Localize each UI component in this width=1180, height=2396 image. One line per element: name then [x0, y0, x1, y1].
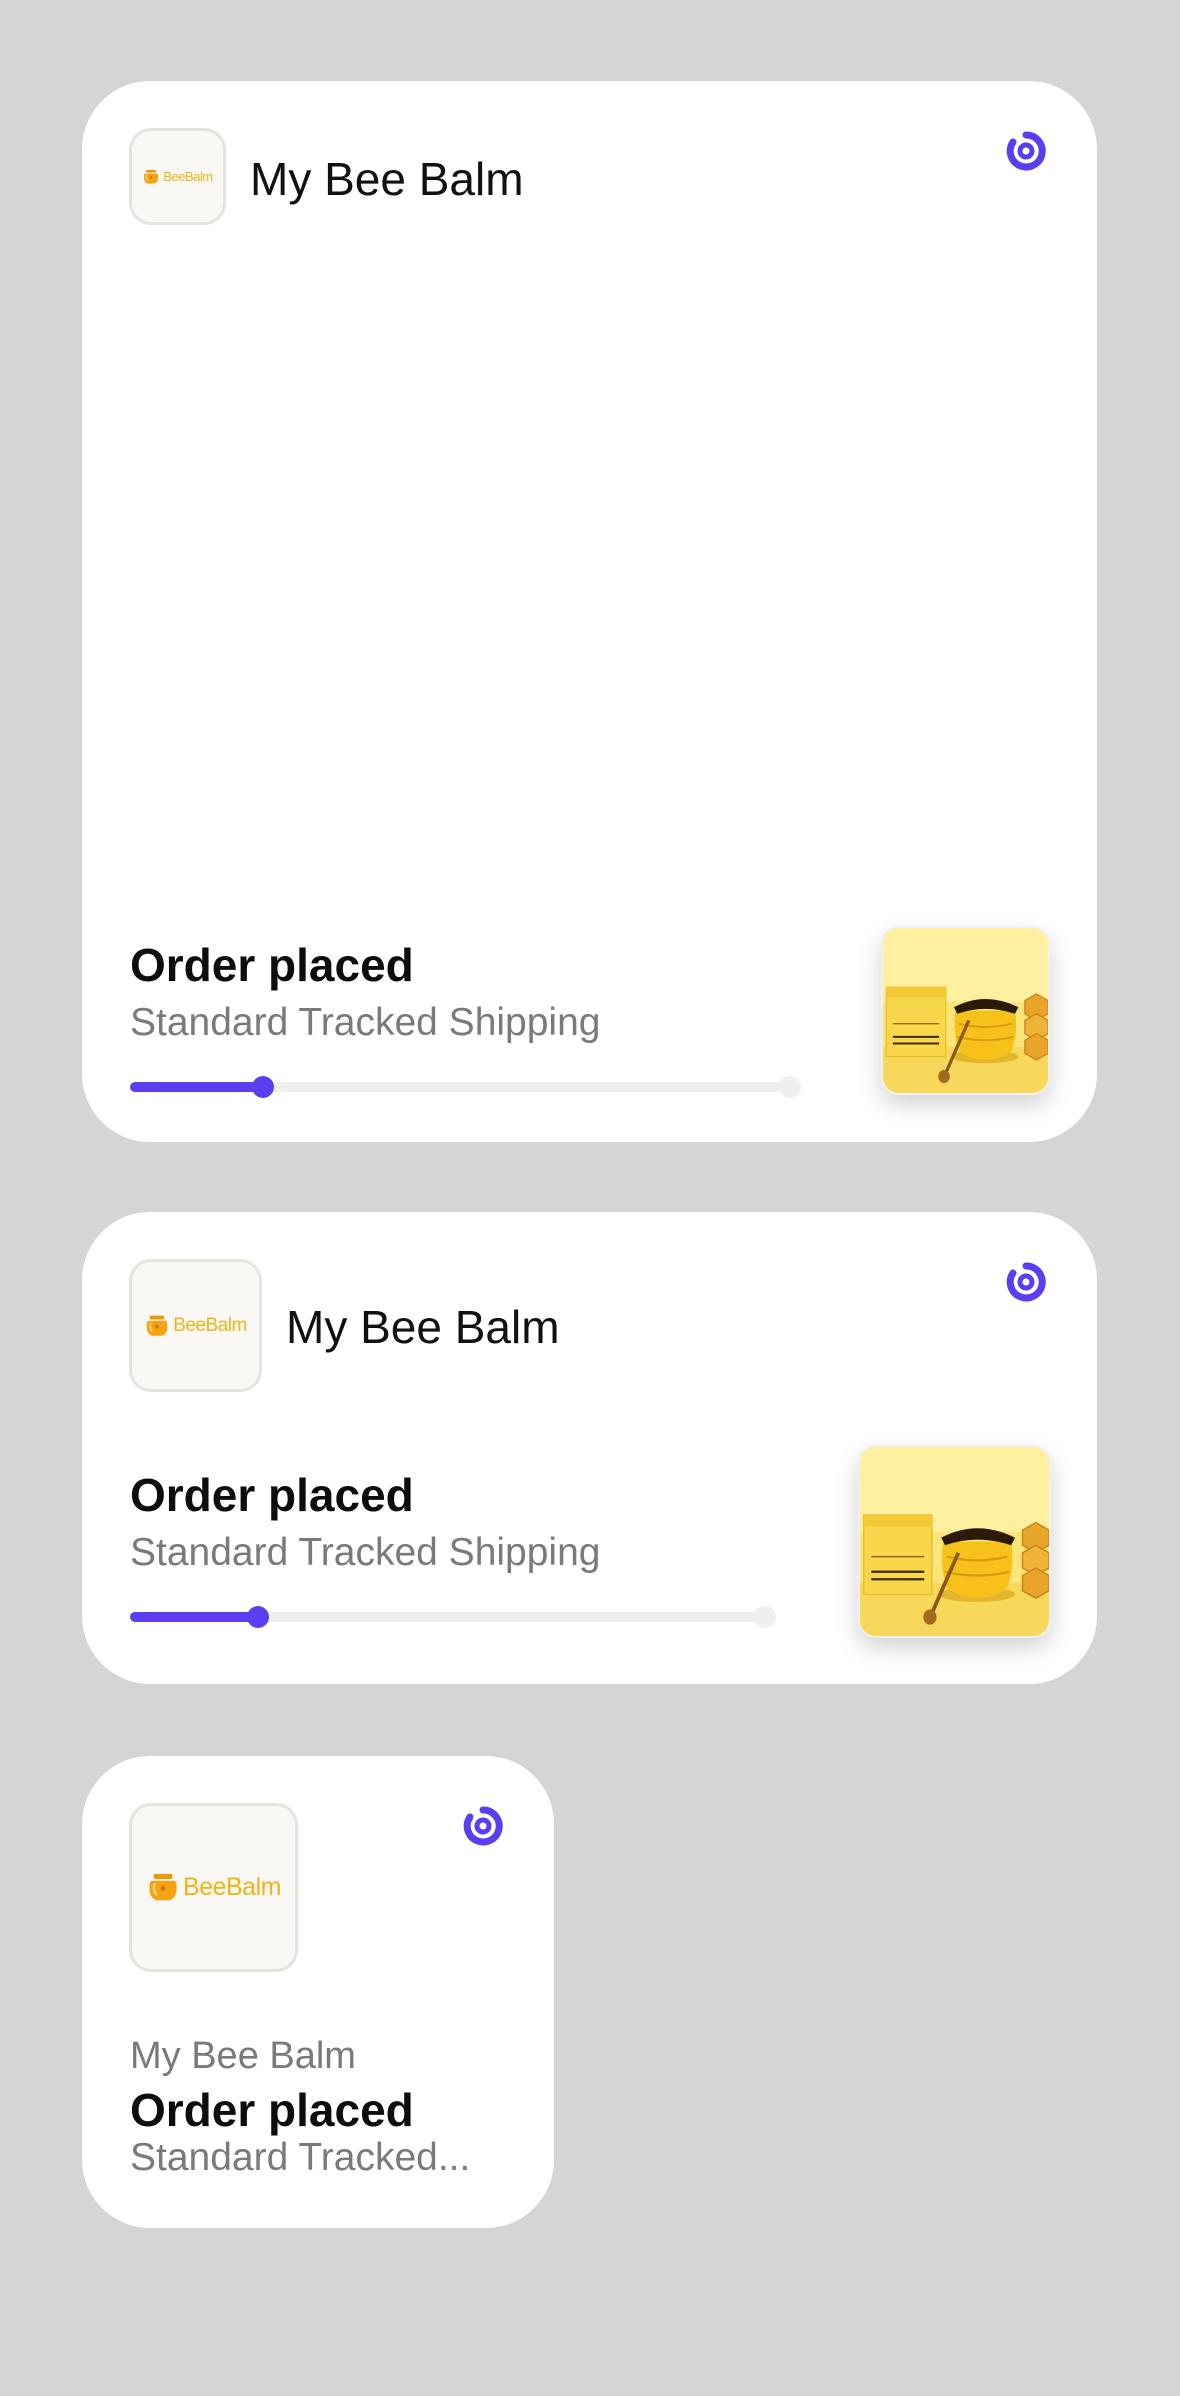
order-progress-bar — [130, 1076, 801, 1098]
refresh-icon[interactable] — [1004, 1260, 1048, 1304]
logo-wordmark: BeeBalm — [173, 1314, 247, 1336]
product-image — [881, 926, 1050, 1095]
logo-wordmark: BeeBalm — [163, 169, 213, 184]
progress-end-dot — [754, 1606, 776, 1628]
order-status: Order placed — [130, 2084, 414, 2136]
store-name: My Bee Balm — [286, 1301, 560, 1353]
store-logo: BeeBalm — [129, 1259, 262, 1392]
progress-knob — [247, 1606, 269, 1628]
order-status: Order placed — [130, 1469, 414, 1521]
progress-knob — [252, 1076, 274, 1098]
logo-wordmark: BeeBalm — [183, 1873, 281, 1901]
progress-fill — [130, 1612, 258, 1622]
product-image — [858, 1445, 1051, 1638]
refresh-icon[interactable] — [1004, 129, 1048, 173]
store-logo: BeeBalm — [129, 1803, 298, 1972]
honey-jar-icon — [142, 169, 160, 185]
progress-end-dot — [779, 1076, 801, 1098]
progress-fill — [130, 1082, 263, 1092]
shipping-method: Standard Tracked Shipping — [130, 1531, 601, 1574]
shipping-method: Standard Tracked... — [130, 2136, 471, 2179]
store-name: My Bee Balm — [250, 153, 524, 205]
shipping-method: Standard Tracked Shipping — [130, 1001, 601, 1044]
large-order-widget[interactable]: BeeBalm My Bee Balm Order placed Standar… — [82, 81, 1097, 1142]
store-logo: BeeBalm — [129, 128, 226, 225]
small-order-widget[interactable]: BeeBalm My Bee Balm Order placed Standar… — [82, 1756, 554, 2228]
honey-jar-icon — [144, 1314, 170, 1338]
store-name: My Bee Balm — [130, 2035, 356, 2077]
order-status: Order placed — [130, 939, 414, 991]
medium-order-widget[interactable]: BeeBalm My Bee Balm Order placed Standar… — [82, 1212, 1097, 1684]
refresh-icon[interactable] — [461, 1804, 505, 1848]
honey-jar-icon — [146, 1872, 180, 1903]
order-progress-bar — [130, 1606, 776, 1628]
